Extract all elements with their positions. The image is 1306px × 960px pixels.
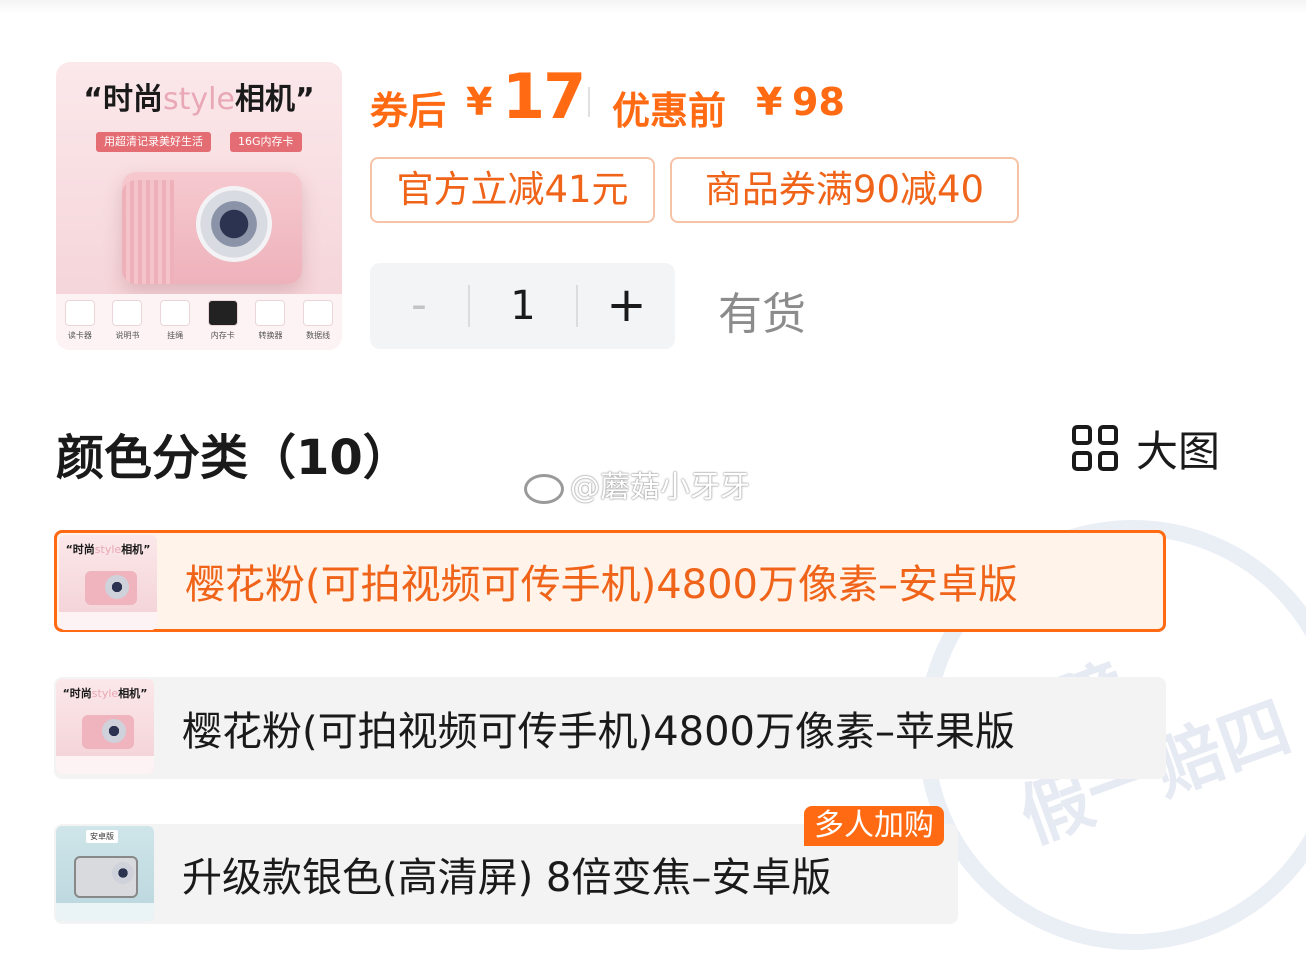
decrease-quantity-button[interactable]: - [370,263,468,349]
sku-option-label: 樱花粉(可拍视频可传手机)4800万像素–安卓版 [185,562,1019,608]
big-image-label: 大图 [1136,426,1221,476]
color-category-title: 颜色分类（10） [56,430,411,486]
sku-thumbnail: “时尚style相机” [56,679,154,774]
price-after-coupon-label: 券后 [370,89,447,133]
sku-thumbnail: “时尚style相机” [59,535,157,630]
price-divider [588,87,590,117]
coupon-official-discount[interactable]: 官方立减41元 [370,157,655,223]
accessory-item: 内存卡 [204,300,242,341]
accessory-item: 挂绳 [156,300,194,341]
sku-option[interactable]: “时尚style相机” 樱花粉(可拍视频可传手机)4800万像素–苹果版 [54,677,1166,779]
stock-status: 有货 [718,289,806,340]
accessory-row: 读卡器 说明书 挂绳 内存卡 转换器 数据线 [56,294,342,350]
accessory-item: 说明书 [108,300,146,341]
accessory-item: 数据线 [299,300,337,341]
price-before-discount-value: 98 [792,80,845,124]
sku-option-label: 升级款银色(高清屏) 8倍变焦–安卓版 [182,855,832,901]
thumbnail-tag: 16G内存卡 [230,132,302,152]
grid-view-icon [1072,425,1118,471]
accessory-item: 转换器 [251,300,289,341]
sku-option-label: 樱花粉(可拍视频可传手机)4800万像素–苹果版 [182,709,1016,755]
thumbnail-headline: “时尚style相机” [83,82,315,117]
currency-symbol: ¥ [466,80,493,124]
top-divider [0,0,1306,14]
thumbnail-tag: 用超清记录美好生活 [96,132,211,152]
camera-grip [122,180,174,284]
quantity-value[interactable]: 1 [470,263,576,349]
product-thumbnail[interactable]: “时尚style相机” 用超清记录美好生活 16G内存卡 读卡器 说明书 挂绳 … [56,62,342,350]
camera-lens [196,186,272,262]
accessory-item: 读卡器 [61,300,99,341]
currency-symbol: ¥ [756,80,783,124]
big-image-toggle[interactable]: 大图 [1072,422,1220,476]
sku-option[interactable]: “时尚style相机” 樱花粉(可拍视频可传手机)4800万像素–安卓版 [54,530,1166,632]
increase-quantity-button[interactable]: + [578,263,675,349]
sku-thumbnail: 安卓版 [56,826,154,921]
weibo-icon [524,473,564,504]
price-before-discount-label: 优惠前 [612,89,727,133]
quantity-stepper: - 1 + [370,263,675,349]
popular-badge: 多人加购 [804,806,944,846]
weibo-watermark: @蘑菇小牙牙 [524,462,750,506]
coupon-product-voucher[interactable]: 商品券满90减40 [670,157,1019,223]
price-after-coupon-value: 17 [502,60,586,133]
